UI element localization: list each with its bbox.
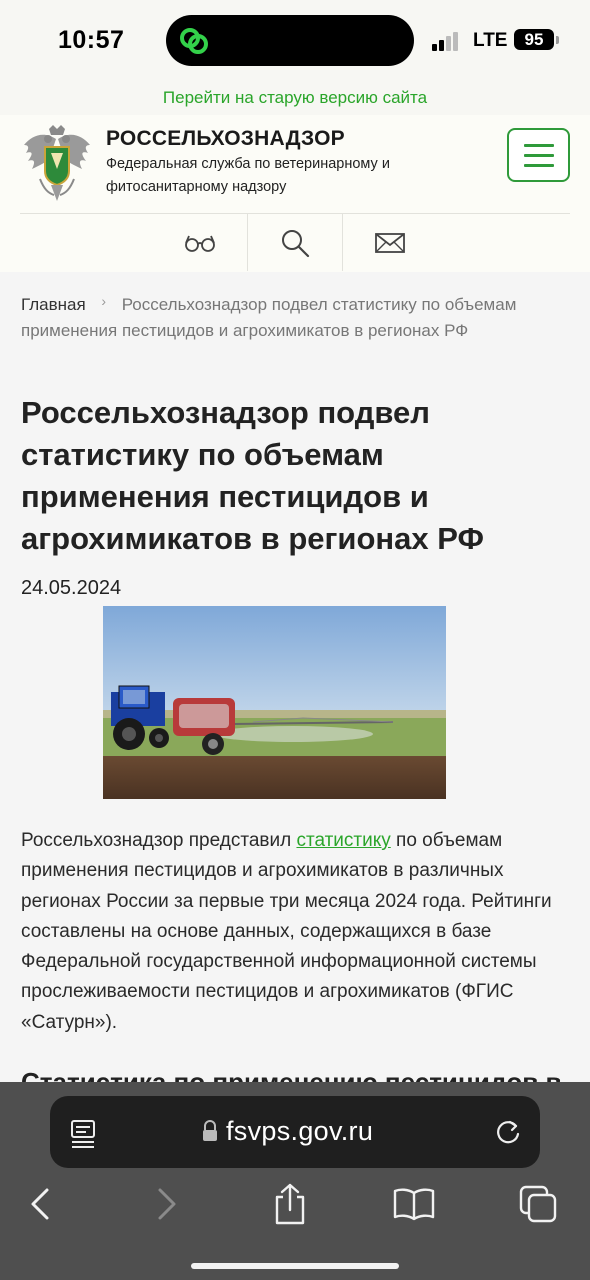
breadcrumb: Главная › Россельхознадзор подвел статисти… bbox=[21, 292, 541, 344]
battery-tip bbox=[556, 36, 559, 44]
bookmarks-icon bbox=[393, 1188, 435, 1221]
article-text-rest: по объемам применения пестицидов и агрох… bbox=[21, 830, 552, 1033]
page-menu-icon[interactable] bbox=[70, 1119, 98, 1149]
article-title: Россельхознадзор подвел статистику по об… bbox=[21, 395, 484, 556]
dynamic-island bbox=[166, 15, 414, 66]
tabs-button[interactable] bbox=[516, 1182, 560, 1226]
org-description: Федеральная служба по ветеринарному и фи… bbox=[106, 156, 390, 195]
search-icon bbox=[282, 229, 310, 257]
back-button[interactable] bbox=[18, 1182, 62, 1226]
header-tools bbox=[152, 214, 438, 271]
menu-button[interactable] bbox=[507, 128, 570, 182]
menu-icon-bar bbox=[524, 164, 554, 167]
lock-icon bbox=[203, 1120, 217, 1141]
forward-icon bbox=[158, 1188, 176, 1220]
coat-of-arms-icon[interactable] bbox=[18, 123, 96, 205]
link-activity-icon bbox=[180, 28, 208, 54]
address-bar[interactable]: fsvps.gov.ru bbox=[50, 1096, 540, 1168]
org-name[interactable]: РОССЕЛЬХОЗНАДЗОР bbox=[106, 127, 345, 151]
url-text[interactable]: fsvps.gov.ru bbox=[226, 1116, 373, 1147]
glasses-icon bbox=[184, 235, 215, 252]
article-date: 24.05.2024 bbox=[21, 577, 122, 599]
chevron-right-icon: › bbox=[101, 293, 107, 309]
status-time: 10:57 bbox=[58, 26, 125, 54]
search-button[interactable] bbox=[247, 214, 342, 271]
browser-toolbar: fsvps.gov.ru bbox=[0, 1082, 590, 1280]
breadcrumb-home[interactable]: Главная bbox=[21, 295, 86, 314]
status-bar: 10:57 LTE 95 bbox=[0, 0, 590, 82]
article-body: Россельхознадзор представил статистику п… bbox=[21, 826, 569, 1038]
forward-button[interactable] bbox=[145, 1182, 189, 1226]
battery-indicator: 95 bbox=[514, 29, 554, 50]
article-text-start: Россельхознадзор представил bbox=[21, 830, 297, 851]
tabs-icon bbox=[519, 1185, 557, 1223]
cellular-signal-icon bbox=[432, 31, 464, 51]
reload-icon[interactable] bbox=[494, 1118, 522, 1146]
network-type: LTE bbox=[473, 30, 508, 51]
menu-icon-bar bbox=[524, 144, 554, 147]
mail-button[interactable] bbox=[342, 214, 437, 271]
share-button[interactable] bbox=[268, 1182, 312, 1226]
statistics-link[interactable]: статистику bbox=[296, 830, 390, 851]
home-indicator[interactable] bbox=[191, 1263, 399, 1269]
mail-icon bbox=[375, 232, 405, 253]
section-heading: Статистика по применению пестицидов в bbox=[21, 1067, 562, 1082]
site-header: РОССЕЛЬХОЗНАДЗОР Федеральная служба по в… bbox=[0, 115, 590, 272]
browser-nav-row bbox=[0, 1182, 590, 1226]
accessibility-button[interactable] bbox=[152, 214, 247, 271]
article-photo bbox=[103, 606, 446, 799]
old-version-link[interactable]: Перейти на старую версию сайта bbox=[0, 82, 590, 115]
article-content: Главная › Россельхознадзор подвел статисти… bbox=[0, 272, 590, 1082]
share-icon bbox=[275, 1183, 305, 1225]
bookmarks-button[interactable] bbox=[392, 1182, 436, 1226]
back-icon bbox=[31, 1188, 49, 1220]
menu-icon-bar bbox=[524, 154, 554, 157]
